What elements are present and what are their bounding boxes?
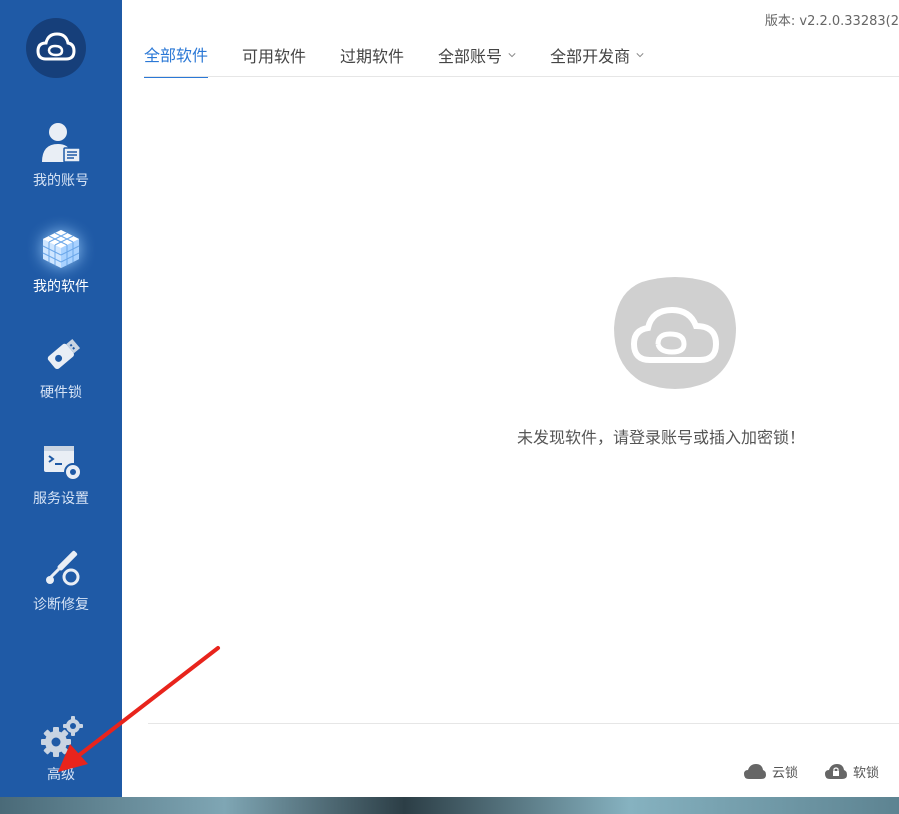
tab-available-software[interactable]: 可用软件 [242, 42, 306, 78]
sidebar-item-hardware-lock[interactable]: 硬件锁 [0, 330, 122, 430]
chevron-down-icon [508, 53, 516, 58]
tab-all-developers-dropdown[interactable]: 全部开发商 [550, 42, 644, 78]
sidebar-item-label: 硬件锁 [40, 385, 82, 401]
user-account-icon [36, 118, 86, 168]
cloud-lock-icon [825, 763, 847, 779]
cloud-lock-label: 云锁 [772, 766, 799, 781]
footer-divider [148, 723, 899, 724]
tab-all-software[interactable]: 全部软件 [144, 42, 209, 78]
diagnose-wrench-icon [36, 542, 86, 592]
sidebar-item-service-settings[interactable]: 服务设置 [0, 436, 122, 536]
software-cube-icon [36, 224, 86, 274]
chevron-down-icon [636, 53, 644, 58]
version-label: 版本: v2.2.0.33283(2 [764, 14, 899, 29]
filter-tabs: 全部软件 可用软件 过期软件 全部账号 全部开发商 [144, 42, 678, 78]
app-logo [26, 18, 86, 78]
tab-label: 全部软件 [144, 46, 209, 65]
tab-label: 全部账号 [438, 47, 503, 66]
sidebar-item-label: 服务设置 [33, 491, 89, 507]
cloud-lock-status[interactable]: 云锁 [744, 762, 798, 781]
empty-state-message: 未发现软件，请登录账号或插入加密锁！ [517, 428, 806, 447]
cloud-icon [744, 763, 766, 779]
sidebar-item-advanced[interactable]: 高级 [0, 712, 122, 812]
soft-lock-status[interactable]: 软锁 [825, 762, 879, 781]
sidebar-item-label: 诊断修复 [33, 597, 89, 613]
sidebar-item-my-software[interactable]: 我的软件 [0, 224, 122, 324]
tab-expired-software[interactable]: 过期软件 [340, 42, 404, 78]
tab-label: 全部开发商 [550, 47, 631, 66]
tab-label: 过期软件 [340, 47, 405, 66]
sidebar-item-label: 高级 [47, 767, 75, 783]
empty-cloud-icon [614, 277, 736, 389]
desktop-background [0, 797, 899, 814]
sidebar-item-label: 我的账号 [33, 173, 89, 189]
usb-dongle-icon [36, 330, 86, 380]
gears-icon [36, 712, 86, 762]
sidebar-item-diagnose-repair[interactable]: 诊断修复 [0, 542, 122, 642]
sidebar: 我的账号 我的软件 硬件锁 服务设置 诊断修复 高级 [0, 0, 122, 797]
tab-label: 可用软件 [242, 47, 307, 66]
sidebar-item-label: 我的软件 [33, 279, 89, 295]
tab-all-accounts-dropdown[interactable]: 全部账号 [438, 42, 516, 78]
service-terminal-gear-icon [36, 436, 86, 486]
cloud-logo-icon [36, 32, 76, 61]
soft-lock-label: 软锁 [853, 766, 880, 781]
sidebar-item-my-account[interactable]: 我的账号 [0, 118, 122, 218]
tabs-divider [144, 76, 899, 77]
main-panel: 版本: v2.2.0.33283(2 全部软件 可用软件 过期软件 全部账号 全… [122, 0, 899, 797]
